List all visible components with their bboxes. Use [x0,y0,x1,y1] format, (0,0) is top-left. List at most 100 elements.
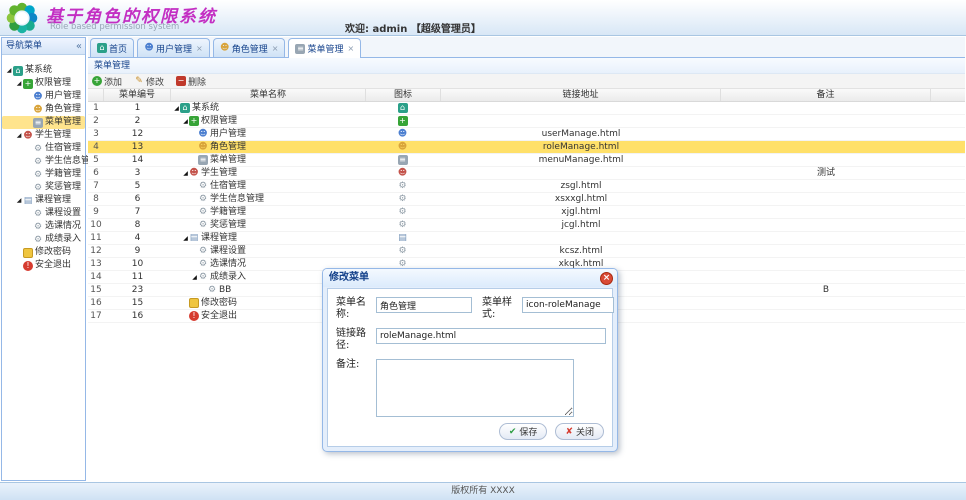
tab-角色管理[interactable]: ☻角色管理× [213,38,286,57]
row-number: 3 [88,128,104,140]
sidebar-item-菜单管理[interactable]: ≡菜单管理 [2,116,85,129]
gear-icon: ⚙ [33,170,43,180]
filler-cell [931,102,965,114]
menu-name-text: 住宿管理 [210,180,246,192]
sidebar-item-安全退出[interactable]: !安全退出 [2,259,85,272]
remark-cell [721,232,931,244]
table-row-学生信息管理[interactable]: 86⚙学生信息管理⚙xsxxgl.html [88,193,965,206]
remark-cell: 测试 [721,167,931,179]
remark-cell [721,271,931,283]
close-button[interactable]: ✘ 关闭 [555,423,604,440]
exit-icon: ! [189,311,199,321]
table-row-住宿管理[interactable]: 75⚙住宿管理⚙zsgl.html [88,180,965,193]
sidebar-item-角色管理[interactable]: ☻角色管理 [2,103,85,116]
link-cell [441,167,721,179]
app-header: 基于角色的权限系统 Role based permission system 欢… [0,0,966,36]
menu-id-cell: 7 [104,206,171,218]
row-number: 16 [88,297,104,309]
tree-expand-icon[interactable]: ◢ [15,77,23,90]
remark-cell [721,193,931,205]
tree-expand-icon[interactable]: ◢ [5,64,13,77]
menu-name-field[interactable] [376,297,472,313]
table-row-学生管理[interactable]: 63◢☻学生管理☻测试 [88,167,965,180]
menu-name-cell: ◢☻学生管理 [171,167,366,179]
table-row-菜单管理[interactable]: 514≡菜单管理≡menuManage.html [88,154,965,167]
link-path-field[interactable] [376,328,606,344]
menu-name-cell: ⚙奖惩管理 [171,219,366,231]
menu-style-label: 菜单样式: [482,297,522,321]
tree-expand-icon[interactable]: ◢ [15,194,23,207]
sidebar-item-课程管理[interactable]: ◢▤课程管理 [2,194,85,207]
tab-label: 用户管理 [156,42,192,55]
remark-field[interactable] [376,359,574,417]
sidebar-item-课程设置[interactable]: ⚙课程设置 [2,207,85,220]
tree-expand-icon[interactable]: ◢ [182,167,189,179]
close-icon[interactable]: × [600,272,613,285]
sidebar-item-label: 某系统 [25,64,52,77]
filler-cell [931,128,965,140]
table-row-奖惩管理[interactable]: 108⚙奖惩管理⚙jcgl.html [88,219,965,232]
menu-name-cell: ◢⌂某系统 [171,102,366,114]
table-row-课程管理[interactable]: 114◢▤课程管理▤ [88,232,965,245]
tree-expand-icon[interactable]: ◢ [173,102,180,114]
filler-cell [931,284,965,296]
sidebar-item-选课情况[interactable]: ⚙选课情况 [2,220,85,233]
toolbar-button-删除[interactable]: −删除 [176,75,206,88]
menu-name-text: 角色管理 [210,141,246,153]
grid-header-row: 菜单编号菜单名称图标链接地址备注 [88,89,965,102]
row-number: 13 [88,258,104,270]
tree-expand-icon[interactable]: ◢ [15,129,23,142]
tab-菜单管理[interactable]: ≡菜单管理× [288,38,361,58]
table-row-学籍管理[interactable]: 97⚙学籍管理⚙xjgl.html [88,206,965,219]
table-row-课程设置[interactable]: 129⚙课程设置⚙kcsz.html [88,245,965,258]
dialog-body: 菜单名称: 菜单样式: 链接路径: 备注: ✔ 保存 ✘ 关闭 [327,288,613,447]
sidebar-item-学生管理[interactable]: ◢☻学生管理 [2,129,85,142]
sidebar-item-修改密码[interactable]: 修改密码 [2,246,85,259]
student-icon: ☻ [23,131,33,141]
table-row-用户管理[interactable]: 312☻用户管理☻userManage.html [88,128,965,141]
tree-expand-icon[interactable]: ◢ [182,115,189,127]
tree-expand-icon[interactable]: ◢ [191,271,198,283]
sidebar-item-学籍管理[interactable]: ⚙学籍管理 [2,168,85,181]
tree-expand-icon[interactable]: ◢ [182,232,189,244]
table-row-角色管理[interactable]: 413☻角色管理☻roleManage.html [88,141,965,154]
tab-首页[interactable]: ⌂首页 [90,38,134,57]
link-cell: kcsz.html [441,245,721,257]
sidebar-item-权限管理[interactable]: ◢+权限管理 [2,77,85,90]
edit-icon: ✎ [134,76,144,86]
toolbar-button-添加[interactable]: +添加 [92,75,122,88]
table-row-权限管理[interactable]: 22◢+权限管理+ [88,115,965,128]
sidebar-item-奖惩管理[interactable]: ⚙奖惩管理 [2,181,85,194]
save-button[interactable]: ✔ 保存 [499,423,548,440]
sidebar-item-住宿管理[interactable]: ⚙住宿管理 [2,142,85,155]
link-cell: xjgl.html [441,206,721,218]
tab-close-icon[interactable]: × [272,44,279,53]
sidebar-item-学生信息管理[interactable]: ⚙学生信息管理 [2,155,85,168]
filler-cell [931,180,965,192]
toolbar-button-修改[interactable]: ✎修改 [134,75,164,88]
tab-label: 首页 [109,42,127,55]
tab-close-icon[interactable]: × [347,44,354,53]
course-icon: ▤ [23,196,33,206]
grid-toolbar: +添加 ✎修改 −删除 [88,74,965,89]
row-number: 1 [88,102,104,114]
collapse-icon[interactable]: « [76,38,82,55]
column-header-菜单编号: 菜单编号 [104,89,171,101]
menu-style-field[interactable] [522,297,614,313]
save-button-label: 保存 [519,425,537,438]
tab-label: 角色管理 [232,42,268,55]
sidebar-item-某系统[interactable]: ◢⌂某系统 [2,64,85,77]
table-row-某系统[interactable]: 11◢⌂某系统⌂ [88,102,965,115]
role-icon: ☻ [33,105,43,115]
sidebar-item-label: 用户管理 [45,90,81,103]
sidebar-item-成绩录入[interactable]: ⚙成绩录入 [2,233,85,246]
tab-bar: ⌂首页☻用户管理×☻角色管理×≡菜单管理× [88,37,965,58]
remark-cell [721,180,931,192]
tab-close-icon[interactable]: × [196,44,203,53]
tab-用户管理[interactable]: ☻用户管理× [137,38,210,57]
menu-id-cell: 23 [104,284,171,296]
sidebar-item-用户管理[interactable]: ☻用户管理 [2,90,85,103]
gear-icon: ⚙ [398,220,408,230]
sidebar-title: 导航菜单 [6,41,42,51]
menu-name-cell: ⚙住宿管理 [171,180,366,192]
